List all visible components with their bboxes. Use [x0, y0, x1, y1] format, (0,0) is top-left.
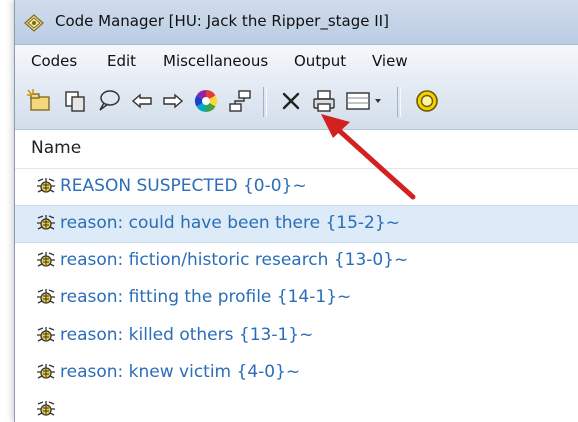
- annotation-arrow: [321, 114, 416, 200]
- code-manager-window: Code Manager [HU: Jack the Ripper_stage …: [14, 0, 578, 422]
